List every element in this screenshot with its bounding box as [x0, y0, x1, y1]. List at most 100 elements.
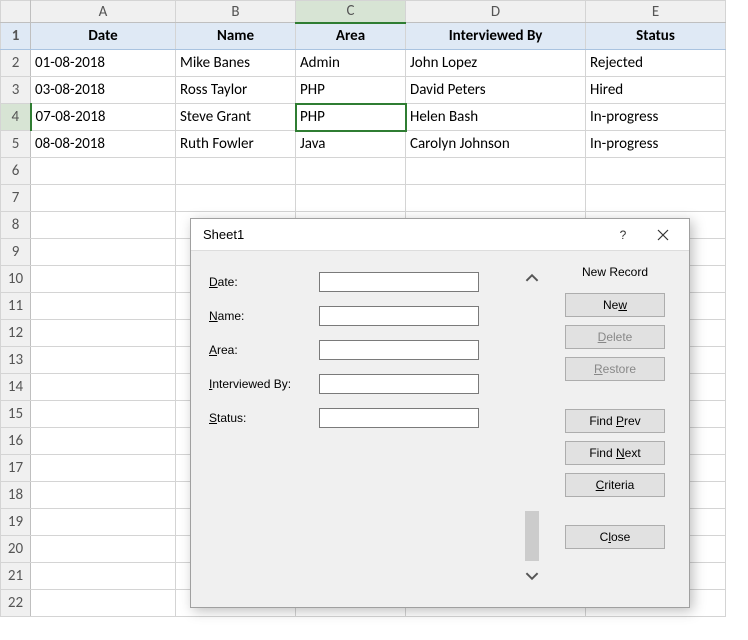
- cell[interactable]: [31, 563, 176, 590]
- cell[interactable]: [406, 185, 586, 212]
- cell[interactable]: 03-08-2018: [31, 77, 176, 104]
- help-icon: ?: [620, 228, 627, 242]
- date-input[interactable]: [319, 272, 479, 292]
- cell[interactable]: [31, 158, 176, 185]
- col-header-A[interactable]: A: [31, 1, 176, 23]
- dialog-titlebar[interactable]: Sheet1 ?: [191, 219, 689, 251]
- cell[interactable]: [176, 158, 296, 185]
- cell[interactable]: David Peters: [406, 77, 586, 104]
- cell[interactable]: Admin: [296, 50, 406, 77]
- col-header-B[interactable]: B: [176, 1, 296, 23]
- header-area[interactable]: Area: [296, 23, 406, 50]
- field-label-date: Date:: [209, 275, 309, 289]
- row-header[interactable]: 13: [1, 347, 31, 374]
- row-header[interactable]: 22: [1, 590, 31, 617]
- cell[interactable]: Java: [296, 131, 406, 158]
- cell[interactable]: [31, 266, 176, 293]
- delete-button[interactable]: Delete: [565, 325, 665, 349]
- cell[interactable]: 08-08-2018: [31, 131, 176, 158]
- restore-button[interactable]: Restore: [565, 357, 665, 381]
- cell[interactable]: Hired: [586, 77, 726, 104]
- cell[interactable]: [31, 212, 176, 239]
- cell[interactable]: In-progress: [586, 131, 726, 158]
- row-header[interactable]: 9: [1, 239, 31, 266]
- cell[interactable]: In-progress: [586, 104, 726, 131]
- cell[interactable]: [406, 158, 586, 185]
- row-header[interactable]: 11: [1, 293, 31, 320]
- cell[interactable]: Ross Taylor: [176, 77, 296, 104]
- header-interviewed-by[interactable]: Interviewed By: [406, 23, 586, 50]
- row-header[interactable]: 7: [1, 185, 31, 212]
- cell[interactable]: [31, 590, 176, 617]
- cell[interactable]: 07-08-2018: [31, 104, 176, 131]
- header-status[interactable]: Status: [586, 23, 726, 50]
- cell[interactable]: [31, 239, 176, 266]
- cell-active[interactable]: PHP: [296, 104, 406, 131]
- row-header[interactable]: 1: [1, 23, 31, 50]
- col-header-E[interactable]: E: [586, 1, 726, 23]
- cell[interactable]: Mike Banes: [176, 50, 296, 77]
- status-input[interactable]: [319, 408, 479, 428]
- cell[interactable]: Carolyn Johnson: [406, 131, 586, 158]
- scroll-thumb[interactable]: [525, 511, 539, 561]
- interviewed-by-input[interactable]: [319, 374, 479, 394]
- criteria-button[interactable]: Criteria: [565, 473, 665, 497]
- chevron-up-icon: [525, 271, 539, 285]
- row-header[interactable]: 8: [1, 212, 31, 239]
- select-all-corner[interactable]: [1, 1, 31, 23]
- cell[interactable]: [586, 158, 726, 185]
- row-header[interactable]: 21: [1, 563, 31, 590]
- cell[interactable]: [31, 536, 176, 563]
- help-button[interactable]: ?: [603, 220, 643, 250]
- cell[interactable]: [31, 428, 176, 455]
- cell[interactable]: Steve Grant: [176, 104, 296, 131]
- row-header[interactable]: 20: [1, 536, 31, 563]
- cell[interactable]: [31, 293, 176, 320]
- cell[interactable]: [176, 185, 296, 212]
- cell[interactable]: [31, 185, 176, 212]
- close-button[interactable]: Close: [565, 525, 665, 549]
- row-header[interactable]: 16: [1, 428, 31, 455]
- scroll-track[interactable]: [524, 289, 540, 565]
- close-window-button[interactable]: [643, 220, 683, 250]
- cell[interactable]: [31, 347, 176, 374]
- cell[interactable]: [31, 482, 176, 509]
- cell[interactable]: PHP: [296, 77, 406, 104]
- row-header[interactable]: 4: [1, 104, 31, 131]
- cell[interactable]: Ruth Fowler: [176, 131, 296, 158]
- cell[interactable]: [31, 320, 176, 347]
- cell[interactable]: [31, 401, 176, 428]
- area-input[interactable]: [319, 340, 479, 360]
- cell[interactable]: [31, 374, 176, 401]
- row-header[interactable]: 17: [1, 455, 31, 482]
- cell[interactable]: Helen Bash: [406, 104, 586, 131]
- cell[interactable]: [31, 509, 176, 536]
- row-header[interactable]: 12: [1, 320, 31, 347]
- record-scrollbar[interactable]: [523, 265, 541, 593]
- cell[interactable]: [31, 455, 176, 482]
- header-name[interactable]: Name: [176, 23, 296, 50]
- cell[interactable]: John Lopez: [406, 50, 586, 77]
- col-header-D[interactable]: D: [406, 1, 586, 23]
- row-header[interactable]: 2: [1, 50, 31, 77]
- cell[interactable]: Rejected: [586, 50, 726, 77]
- row-header[interactable]: 3: [1, 77, 31, 104]
- header-date[interactable]: Date: [31, 23, 176, 50]
- row-header[interactable]: 18: [1, 482, 31, 509]
- row-header[interactable]: 6: [1, 158, 31, 185]
- find-next-button[interactable]: Find Next: [565, 441, 665, 465]
- row-header[interactable]: 19: [1, 509, 31, 536]
- cell[interactable]: [296, 185, 406, 212]
- name-input[interactable]: [319, 306, 479, 326]
- find-prev-button[interactable]: Find Prev: [565, 409, 665, 433]
- cell[interactable]: 01-08-2018: [31, 50, 176, 77]
- col-header-C[interactable]: C: [296, 1, 406, 23]
- row-header[interactable]: 15: [1, 401, 31, 428]
- row-header[interactable]: 14: [1, 374, 31, 401]
- cell[interactable]: [296, 158, 406, 185]
- row-header[interactable]: 10: [1, 266, 31, 293]
- field-label-status: Status:: [209, 411, 309, 425]
- new-button[interactable]: New: [565, 293, 665, 317]
- row-header[interactable]: 5: [1, 131, 31, 158]
- cell[interactable]: [586, 185, 726, 212]
